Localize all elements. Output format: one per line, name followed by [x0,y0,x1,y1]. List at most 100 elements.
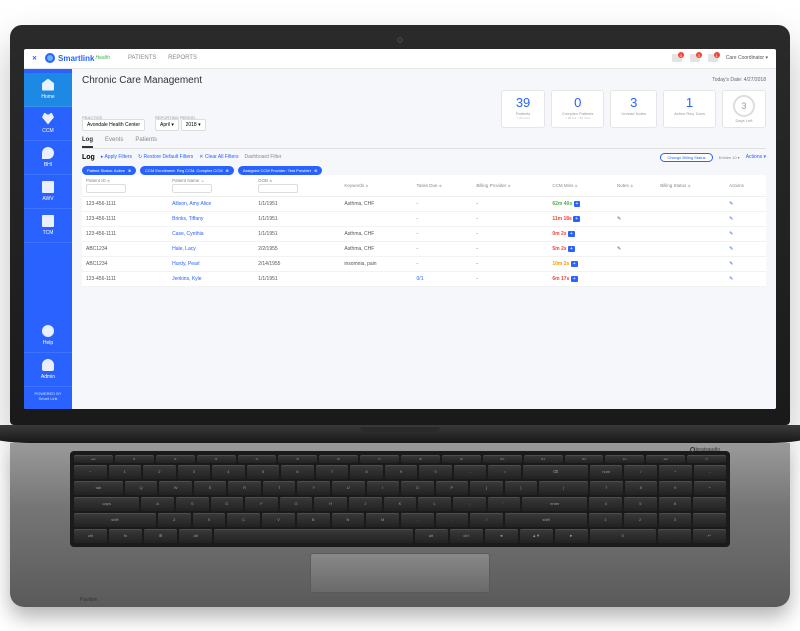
cell-tasks[interactable]: - [413,196,473,211]
change-billing-status-button[interactable]: Change Billing Status [660,153,712,162]
close-icon[interactable]: ⊗ [128,168,131,173]
cell-actions[interactable]: ✎ [725,226,766,241]
cell-mins: 10m 2s + [548,256,613,271]
practice-select[interactable]: Avondale Health Center [82,119,145,131]
year-select[interactable]: 2018 ▾ [181,119,206,131]
notif-icon-1[interactable]: 3 [672,54,682,62]
cell-notes[interactable]: ✎ [613,241,656,256]
stat-complex: 0Complex Patients> 59 but < 89 mins [551,90,604,128]
notif-icon-2[interactable]: 3 [690,54,700,62]
cell-bp: - [472,226,548,241]
col-dob[interactable]: DOB ◆ [254,175,340,197]
cell-notes[interactable]: ✎ [613,211,656,226]
cell-tasks[interactable]: - [413,256,473,271]
tab-patients[interactable]: Patients [135,134,157,148]
cell-bs [656,196,725,211]
brand-logo[interactable]: Smartlink Health [45,53,110,63]
cell-notes[interactable] [613,256,656,271]
heart-icon [42,113,54,125]
sidebar-item-tcm[interactable]: TCM [24,209,72,243]
col-keywords[interactable]: Keywords ◆ [340,175,412,197]
user-menu[interactable]: Care Coordinator ▾ [726,55,768,61]
sidebar-item-home[interactable]: Home [24,73,72,107]
cell-keywords [340,271,412,286]
col-ccm-mins[interactable]: CCM Mins ◆ [548,175,613,197]
sidebar-item-help[interactable]: Help [24,319,72,353]
entries-select[interactable]: Entries 10 ▾ [719,155,740,160]
cell-name[interactable]: Case, Cynthia [168,226,254,241]
brand-sub: Health [96,55,110,61]
month-select[interactable]: April ▾ [155,119,179,131]
cell-bp: - [472,196,548,211]
laptop-hinge [0,425,800,443]
cell-dob: 1/1/1951 [254,211,340,226]
restore-filters-link[interactable]: ↻ Restore Default Filters [138,154,193,160]
beats-logo: beatsaudio [690,447,720,453]
table-row: 123-456-1111Jenkins, Kyle1/1/19510/1-6m … [82,271,766,286]
cell-dob: 2/2/1955 [254,241,340,256]
col-tasks[interactable]: Tasks Due ◆ [413,175,473,197]
chip-provider[interactable]: Assigned CCM Provider: Test Provider⊗ [238,166,323,175]
clear-filters-link[interactable]: ✕ Clear All Filters [199,154,238,160]
col-notes[interactable]: Notes ◆ [613,175,656,197]
table-row: ABC1234Hale, Lacy2/2/1955Asthma, CHF--5m… [82,241,766,256]
table-row: 123-456-1111Brinks, Tiffany1/1/1951--11m… [82,211,766,226]
laptop-deck: beatsaudio escf1f2f3f4f5f6f7f8f9f10f11f1… [10,443,790,607]
cell-name[interactable]: Brinks, Tiffany [168,211,254,226]
dashboard-filter-link[interactable]: Dashboard Filter [245,154,282,160]
col-name[interactable]: Patient Name ▲ [168,175,254,197]
cell-dob: 1/1/1951 [254,196,340,211]
cell-id: 123-456-1111 [82,226,168,241]
cell-name[interactable]: Hale, Lacy [168,241,254,256]
cell-actions[interactable]: ✎ [725,256,766,271]
cell-notes[interactable] [613,226,656,241]
cell-name[interactable]: Jenkins, Kyle [168,271,254,286]
cell-mins: 5m 2s + [548,241,613,256]
col-id[interactable]: Patient ID ◆ [82,175,168,197]
sidebar-item-ccm[interactable]: CCM [24,107,72,141]
filter-dob-input[interactable] [258,184,298,193]
cell-actions[interactable]: ✎ [725,196,766,211]
cell-dob: 1/1/1951 [254,226,340,241]
cell-notes[interactable] [613,271,656,286]
tab-events[interactable]: Events [105,134,123,148]
actions-dropdown[interactable]: Actions ▾ [746,154,766,160]
cell-tasks[interactable]: - [413,226,473,241]
col-billing-provider[interactable]: Billing Provider ◆ [472,175,548,197]
close-icon[interactable]: ✕ [32,55,37,62]
edit-icon: ✎ [729,201,733,207]
notif-icon-3[interactable]: 1 [708,54,718,62]
sidebar-footer: POWERED BYSmart Link [24,387,72,405]
close-icon[interactable]: ⊗ [314,168,317,173]
chip-status[interactable]: Patient Status: Active⊗ [82,166,136,175]
cell-bs [656,241,725,256]
stat-docs: 1Action Req. Docs [663,90,716,128]
sidebar-item-admin[interactable]: Admin [24,353,72,387]
close-icon[interactable]: ⊗ [226,168,229,173]
cell-actions[interactable]: ✎ [725,241,766,256]
cell-name[interactable]: Allison, Amy Alice [168,196,254,211]
cell-tasks[interactable]: - [413,211,473,226]
chip-enrollment[interactable]: CCM Enrollment: Reg CCM, Complex CCM⊗ [140,166,234,175]
filter-id-input[interactable] [86,184,126,193]
filter-name-input[interactable] [172,184,212,193]
cell-actions[interactable]: ✎ [725,271,766,286]
stat-notes: 3Unread Notes [610,90,657,128]
nav-reports[interactable]: REPORTS [168,55,197,61]
cell-tasks[interactable]: - [413,241,473,256]
calendar-icon [42,181,54,193]
page-title: Chronic Care Management [82,75,202,86]
sidebar-item-awv[interactable]: AWV [24,175,72,209]
cell-actions[interactable]: ✎ [725,211,766,226]
sidebar-item-bhi[interactable]: BHI [24,141,72,175]
cell-bs [656,256,725,271]
edit-icon: ✎ [729,276,733,282]
nav-patients[interactable]: PATIENTS [128,55,156,61]
webcam [397,37,403,43]
cell-tasks[interactable]: 0/1 [413,271,473,286]
cell-notes[interactable] [613,196,656,211]
cell-name[interactable]: Hurdy, Pearl [168,256,254,271]
tab-log[interactable]: Log [82,134,93,148]
col-billing-status[interactable]: Billing Status ◆ [656,175,725,197]
apply-filters-link[interactable]: ▸ Apply Filters [101,154,132,160]
